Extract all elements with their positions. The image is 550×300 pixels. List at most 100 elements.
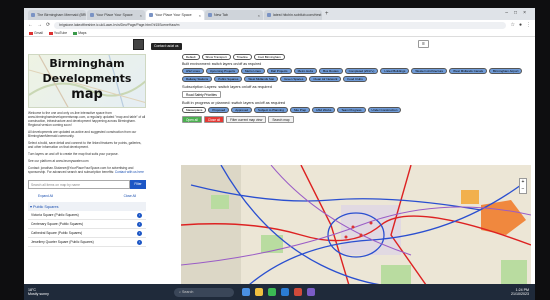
hamburger-icon[interactable]: ≡	[418, 40, 429, 48]
url-field[interactable]: brigstone.lakeoftheshire.ic.uk/Lawn-Irvi…	[54, 21, 507, 29]
profile-icon[interactable]: ●	[519, 22, 522, 28]
star-icon[interactable]: ☆	[510, 22, 514, 28]
preset-button[interactable]: Show Transport	[201, 54, 231, 60]
info-icon[interactable]: i	[137, 221, 142, 227]
clock[interactable]: 1:24 PM 21/10/2023	[511, 288, 529, 297]
info-icon[interactable]: i	[137, 230, 142, 236]
built-env-layers: HS2 Lines Upcoming Projects Metro Lines Rai…	[182, 68, 529, 82]
sidebar: Birmingham Developments map Welcome to t…	[28, 54, 146, 292]
tab-favicon-icon	[267, 13, 271, 17]
action-button[interactable]: Filter current map view	[226, 116, 267, 123]
tab-label: latest hitchin.sobtlub.com/rtest	[273, 13, 322, 17]
map-canvas[interactable]: + −	[181, 165, 531, 292]
close-tab-icon[interactable]: ×	[199, 13, 201, 18]
close-all-link[interactable]: Close All	[124, 194, 136, 198]
intro-paragraph: See our platform at www.brumyswater.com	[28, 159, 89, 163]
bookmark-maps[interactable]: Maps	[73, 31, 86, 35]
page-header: Contact us/at us ≡	[24, 37, 535, 54]
search-input[interactable]: Search all items on map by name	[28, 180, 130, 189]
layer-toggle[interactable]: Birmingham Airport	[488, 68, 523, 74]
progress-layer-toggle[interactable]: Under Construction	[367, 107, 402, 113]
category-header[interactable]: ▾ Public Squares	[28, 202, 146, 211]
forward-icon[interactable]: →	[37, 22, 42, 28]
chrome-icon[interactable]	[267, 288, 276, 296]
layer-toggle[interactable]: Listed Buildings	[380, 68, 410, 74]
intro-paragraph: Select a build, save detail and connect …	[28, 141, 142, 149]
layer-toggle[interactable]: Green Spaces	[280, 76, 308, 82]
bookmark-gmail[interactable]: Gmail	[29, 31, 43, 35]
contact-button[interactable]: Contact us/at us	[151, 43, 182, 50]
action-row: Open all Close all Filter current map view…	[182, 116, 529, 123]
expand-all-link[interactable]: Expand All	[38, 194, 53, 198]
layer-toggle[interactable]: Clean Air Network	[309, 76, 342, 82]
action-button[interactable]: Search map	[268, 116, 294, 123]
filter-button[interactable]: Filter	[130, 180, 146, 189]
list-item[interactable]: Centenary Square (Public Squares) i	[28, 220, 146, 229]
preset-button[interactable]: Default	[182, 54, 200, 60]
layer-toggle[interactable]: Completed (2017+)	[344, 68, 379, 74]
road-safety-toggle[interactable]: Road Safety Priorities	[182, 91, 221, 98]
close-tab-icon[interactable]: ×	[258, 13, 260, 18]
layer-toggle[interactable]: West Midlands Canals	[449, 68, 487, 74]
teams-icon[interactable]	[306, 288, 315, 296]
preset-button[interactable]: Timeline	[232, 54, 252, 60]
zoom-control: + −	[519, 178, 527, 194]
office-icon[interactable]	[293, 288, 302, 296]
browser-tab[interactable]: New Tab ×	[205, 10, 263, 20]
browser-tab[interactable]: latest hitchin.sobtlub.com/rtest×	[264, 10, 322, 20]
tab-label: The Birmingham Mermaid (BRM)	[37, 13, 86, 17]
start-icon[interactable]	[241, 288, 250, 296]
intro-text: Welcome to the one and only on-line inte…	[28, 111, 146, 174]
progress-layer-toggle[interactable]: Team Progress	[337, 107, 366, 113]
info-icon[interactable]: i	[137, 239, 142, 245]
list-item[interactable]: Victoria Square (Public Squares) i	[28, 211, 146, 220]
list-item[interactable]: Jewellery Quarter Square (Public Squares…	[28, 238, 146, 247]
layer-toggle[interactable]: Western Architecture	[411, 68, 448, 74]
action-button[interactable]: Close all	[203, 116, 225, 123]
menu-icon[interactable]: ⋮	[526, 22, 531, 28]
layer-toggle[interactable]: Metro Lines	[241, 68, 265, 74]
bookmark-youtube[interactable]: YouTube	[48, 31, 67, 35]
progress-layer-toggle[interactable]: Masterplans	[182, 107, 207, 113]
layer-toggle[interactable]: Public Squares	[214, 76, 243, 82]
zoom-in-button[interactable]: +	[520, 179, 526, 186]
progress-layer-toggle[interactable]: Approved	[231, 107, 253, 113]
subscription-layers: Road Safety Priorities	[182, 91, 529, 98]
action-button[interactable]: Open all	[182, 116, 202, 123]
layer-toggle[interactable]: Upcoming Projects	[205, 68, 240, 74]
browser-tab[interactable]: Your Place Your Space ×	[146, 10, 204, 20]
layer-toggle[interactable]: Railway Stations	[182, 76, 213, 82]
zoom-out-button[interactable]: −	[520, 186, 526, 193]
progress-layer-toggle[interactable]: Proposed	[208, 107, 230, 113]
close-tab-icon[interactable]: ×	[140, 13, 142, 18]
file-explorer-icon[interactable]	[254, 288, 263, 296]
layer-toggle[interactable]: Metro Hubs	[293, 68, 318, 74]
contact-link[interactable]: Contact with us here	[115, 170, 144, 174]
preset-button[interactable]: Cool Birmingham	[253, 54, 285, 60]
back-icon[interactable]: ←	[28, 22, 33, 28]
layer-toggle[interactable]: HS2 Lines	[182, 68, 204, 74]
weather-widget[interactable]: 18°C Mostly sunny	[28, 288, 49, 296]
layer-toggle[interactable]: Bus Routes	[319, 68, 343, 74]
progress-layer-toggle[interactable]: HS2 Works	[312, 107, 336, 113]
tab-label: Your Place Your Space	[155, 13, 192, 17]
layer-toggle[interactable]: West Midlands Stat	[244, 76, 279, 82]
reload-icon[interactable]: ⟳	[46, 22, 50, 28]
browser-tab[interactable]: The Birmingham Mermaid (BRM)×	[28, 10, 86, 20]
list-item[interactable]: Cathedral Square (Public Squares) i	[28, 229, 146, 238]
layer-toggle[interactable]: Food Clubs	[343, 76, 367, 82]
taskbar-search[interactable]: ⌕ Search	[173, 287, 234, 297]
taskbar: 18°C Mostly sunny ⌕ Search 1:24 PM 21/10…	[24, 284, 535, 300]
edge-icon[interactable]	[280, 288, 289, 296]
search-bar: Search all items on map by name Filter	[28, 180, 146, 189]
browser-tab[interactable]: Your Place Your Space ×	[87, 10, 145, 20]
new-tab-button[interactable]: +	[325, 11, 329, 17]
list-item-label: Jewellery Quarter Square (Public Squares…	[31, 240, 94, 244]
site-icon[interactable]	[133, 39, 144, 50]
progress-layer-toggle[interactable]: Site Prep	[289, 107, 311, 113]
window-controls[interactable]: –□×	[505, 10, 532, 16]
progress-layer-toggle[interactable]: Subject to Planning	[254, 107, 288, 113]
list-controls: Expand All Close All	[28, 189, 146, 198]
info-icon[interactable]: i	[137, 212, 142, 218]
layer-toggle[interactable]: Rail Projects	[266, 68, 292, 74]
